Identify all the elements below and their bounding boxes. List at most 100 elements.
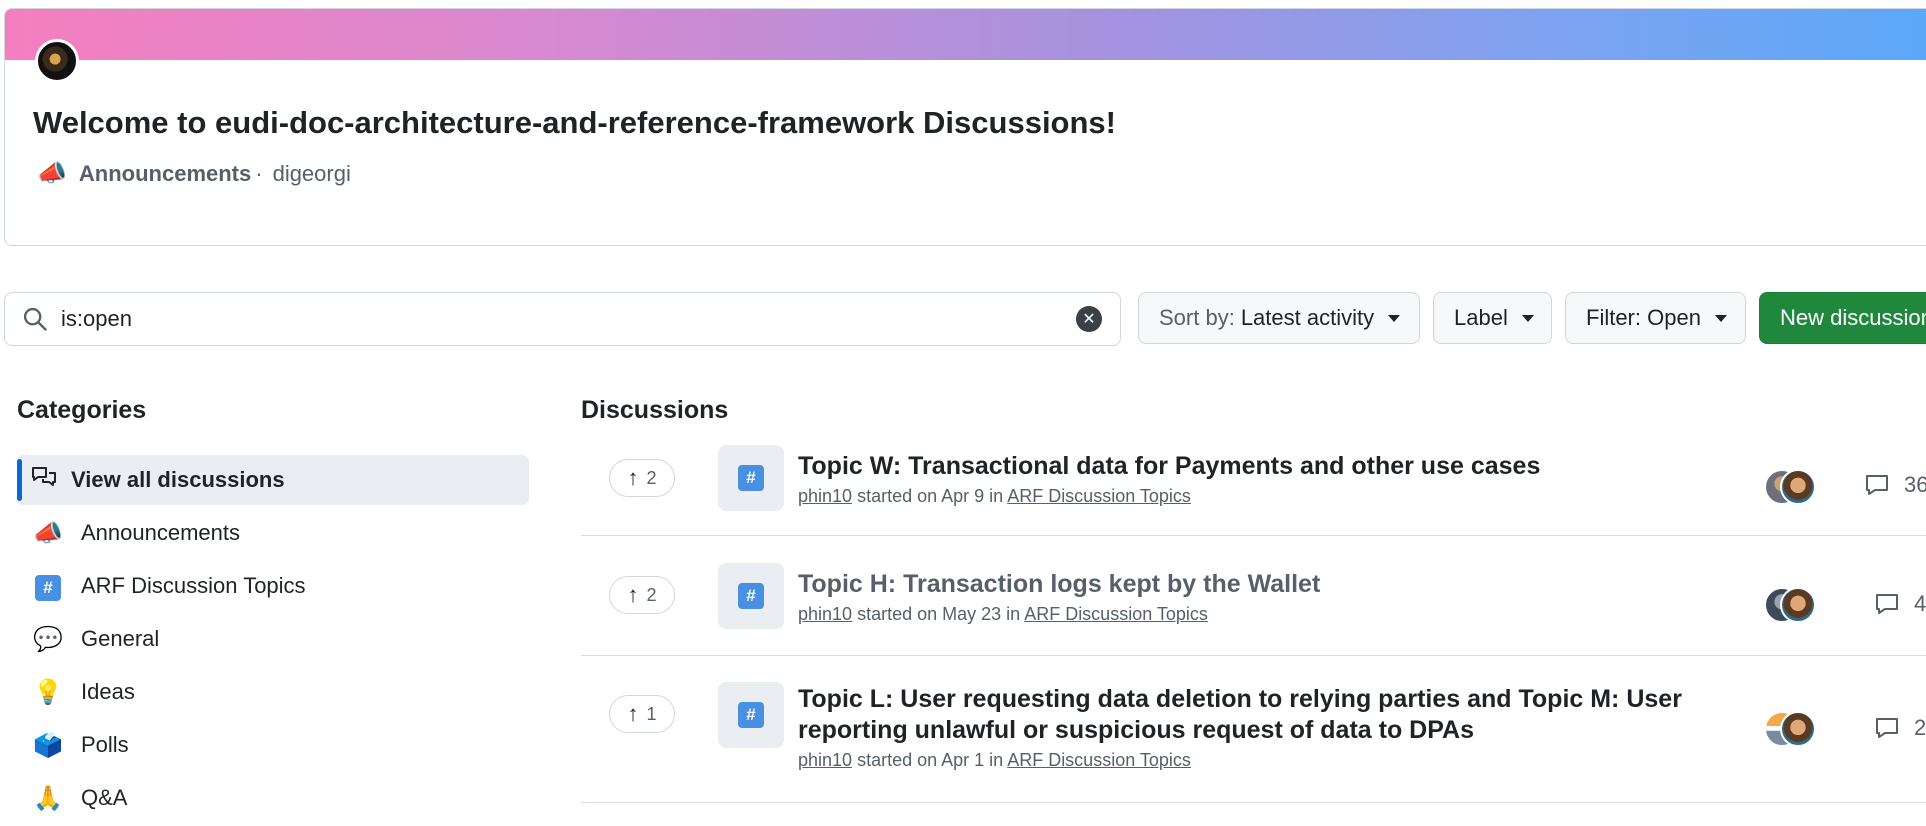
label-button[interactable]: Label <box>1433 292 1552 344</box>
filter-button-text: Filter: Open <box>1586 305 1701 330</box>
sidebar-item-label: Announcements <box>81 520 240 545</box>
hash-icon: # <box>738 702 764 728</box>
sidebar-item-general[interactable]: 💬 General <box>17 614 529 664</box>
comment-count[interactable]: 36 <box>1864 472 1926 498</box>
discussions-icon <box>27 465 61 496</box>
comment-icon <box>1876 594 1898 614</box>
started-text: started on Apr 1 in <box>857 750 1004 770</box>
discussion-title-link[interactable]: Topic W: Transactional data for Payments… <box>798 451 1738 482</box>
category-link[interactable]: ARF Discussion Topics <box>1024 604 1208 624</box>
category-link[interactable]: ARF Discussion Topics <box>1007 750 1191 770</box>
arrow-up-icon: ↑ <box>627 701 639 726</box>
discussion-body: Topic L: User requesting data deletion t… <box>798 684 1738 771</box>
upvote-count: 2 <box>646 467 657 488</box>
caret-down-icon <box>1388 314 1401 322</box>
comment-count-value: 36 <box>1904 472 1926 497</box>
upvote-button[interactable]: ↑ 2 <box>609 459 675 497</box>
new-discussion-button[interactable]: New discussion <box>1759 292 1926 344</box>
arrow-up-icon: ↑ <box>627 582 639 607</box>
caret-down-icon <box>1521 314 1534 322</box>
category-link[interactable]: ARF Discussion Topics <box>1007 486 1191 506</box>
meta-separator: · <box>255 160 263 186</box>
discussion-title-line2: reporting unlawful or suspicious request… <box>798 716 1474 744</box>
hash-icon: # <box>738 583 764 609</box>
sidebar-item-label: View all discussions <box>71 467 285 492</box>
label-button-text: Label <box>1454 305 1508 330</box>
participants <box>1764 711 1816 747</box>
upvote-count: 1 <box>646 703 657 724</box>
started-text: started on May 23 in <box>857 604 1021 624</box>
clear-search-icon[interactable]: ✕ <box>1076 306 1102 332</box>
sidebar-item-label: Polls <box>81 732 129 757</box>
discussion-meta: phin10 started on May 23 in ARF Discussi… <box>798 604 1738 625</box>
discussion-body: Topic W: Transactional data for Payments… <box>798 451 1738 507</box>
discussion-title-link[interactable]: Topic L: User requesting data deletion t… <box>798 684 1738 746</box>
sidebar-item-ideas[interactable]: 💡 Ideas <box>17 667 529 717</box>
search-icon <box>23 307 47 331</box>
comment-icon <box>1866 475 1888 495</box>
sidebar-item-announcements[interactable]: 📣 Announcements <box>17 508 529 558</box>
sort-button[interactable]: Sort by: Latest activity <box>1138 292 1420 344</box>
comment-count-value: 4 <box>1914 591 1926 616</box>
discussions-title: Discussions <box>581 396 729 424</box>
categories-list: View all discussions 📣 Announcements # A… <box>17 455 529 826</box>
welcome-title[interactable]: Welcome to eudi-doc-architecture-and-ref… <box>33 105 1116 141</box>
avatar[interactable] <box>35 39 79 83</box>
participants <box>1764 469 1816 505</box>
participants <box>1764 587 1816 623</box>
arrow-up-icon: ↑ <box>627 465 639 490</box>
caret-down-icon <box>1714 314 1727 322</box>
category-badge: # <box>718 682 784 748</box>
welcome-card: Welcome to eudi-doc-architecture-and-ref… <box>4 8 1926 246</box>
megaphone-icon: 📣 <box>33 519 63 547</box>
sidebar-item-label: Ideas <box>81 679 135 704</box>
welcome-meta: 📣 Announcements · digeorgi <box>37 159 351 188</box>
welcome-author-link[interactable]: digeorgi <box>273 161 351 187</box>
author-link[interactable]: phin10 <box>798 486 852 506</box>
sidebar-item-qa[interactable]: 🙏 Q&A <box>17 773 529 823</box>
search-box: ✕ <box>4 292 1121 346</box>
sidebar-item-arf-discussion-topics[interactable]: # ARF Discussion Topics <box>17 561 529 611</box>
new-discussion-label: New discussion <box>1780 305 1926 330</box>
started-text: started on Apr 9 in <box>857 486 1004 506</box>
discussion-body: Topic H: Transaction logs kept by the Wa… <box>798 569 1738 625</box>
sort-prefix: Sort by: <box>1159 305 1235 330</box>
megaphone-icon: 📣 <box>37 160 67 187</box>
discussion-row: ↑ 2 # Topic H: Transaction logs kept by … <box>581 536 1926 656</box>
avatar[interactable] <box>1780 711 1816 747</box>
welcome-category-link[interactable]: Announcements <box>79 161 251 187</box>
sidebar-item-label: ARF Discussion Topics <box>81 573 306 598</box>
category-badge: # <box>718 563 784 629</box>
category-badge: # <box>718 445 784 511</box>
comment-count-value: 2 <box>1914 715 1926 740</box>
sidebar-item-view-all[interactable]: View all discussions <box>17 455 529 505</box>
sidebar-item-label: General <box>81 626 160 651</box>
speech-bubble-icon: 💬 <box>33 625 63 653</box>
author-link[interactable]: phin10 <box>798 750 852 770</box>
praying-hands-icon: 🙏 <box>33 784 63 812</box>
lightbulb-icon: 💡 <box>33 678 63 706</box>
discussion-row: ↑ 2 # Topic W: Transactional data for Pa… <box>581 443 1926 536</box>
comment-icon <box>1876 718 1898 738</box>
discussion-title-line1: Topic L: User requesting data deletion t… <box>798 685 1682 713</box>
avatar[interactable] <box>1780 587 1816 623</box>
ballot-box-icon: 🗳️ <box>33 731 63 759</box>
sidebar-item-label: Q&A <box>81 785 128 810</box>
discussion-meta: phin10 started on Apr 9 in ARF Discussio… <box>798 486 1738 507</box>
comment-count[interactable]: 2 <box>1874 715 1926 741</box>
upvote-button[interactable]: ↑ 2 <box>609 576 675 614</box>
discussion-meta: phin10 started on Apr 1 in ARF Discussio… <box>798 750 1738 771</box>
search-input[interactable] <box>59 305 1043 333</box>
avatar[interactable] <box>1780 469 1816 505</box>
welcome-banner <box>5 9 1926 60</box>
upvote-count: 2 <box>646 584 657 605</box>
filter-button[interactable]: Filter: Open <box>1565 292 1746 344</box>
discussions-list: ↑ 2 # Topic W: Transactional data for Pa… <box>581 443 1926 803</box>
sort-value: Latest activity <box>1240 305 1375 330</box>
author-link[interactable]: phin10 <box>798 604 852 624</box>
upvote-button[interactable]: ↑ 1 <box>609 695 675 733</box>
comment-count[interactable]: 4 <box>1874 591 1926 617</box>
discussion-row: ↑ 1 # Topic L: User requesting data dele… <box>581 656 1926 803</box>
discussion-title-link[interactable]: Topic H: Transaction logs kept by the Wa… <box>798 569 1738 600</box>
sidebar-item-polls[interactable]: 🗳️ Polls <box>17 720 529 770</box>
